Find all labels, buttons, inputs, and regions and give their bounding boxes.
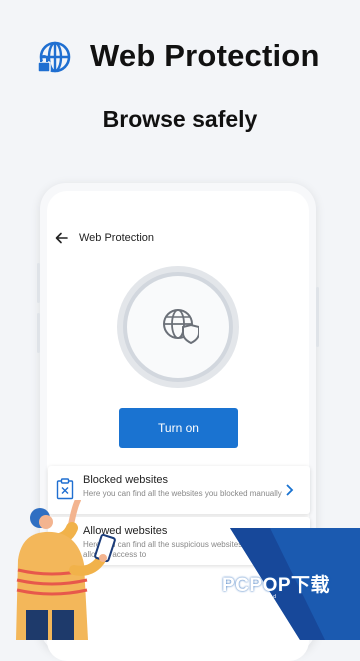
phone-side-button — [37, 263, 40, 303]
pcpop-logo-icon — [194, 570, 222, 602]
promo-header: Web Protection Browse safely — [0, 0, 360, 150]
globe-lock-icon — [37, 41, 71, 73]
person-with-phone-illustration — [16, 500, 116, 640]
app-bar: Web Protection — [55, 228, 295, 250]
watermark: PCPOP下载 PCPOP Download — [194, 568, 354, 608]
turn-on-button[interactable]: Turn on — [119, 408, 238, 448]
phone-side-button — [316, 287, 319, 347]
promo-subtitle: Browse safely — [102, 106, 258, 132]
chevron-right-icon[interactable] — [284, 483, 294, 497]
watermark-text: PCPOP下载 — [222, 575, 331, 596]
back-arrow-icon[interactable] — [55, 231, 69, 245]
phone-side-button — [37, 313, 40, 353]
blocked-websites-description: Here you can find all the websites you b… — [83, 489, 282, 498]
watermark-subtext: PCPOP Download — [222, 594, 278, 600]
blocked-websites-title: Blocked websites — [83, 474, 168, 486]
blocked-page-icon — [56, 478, 74, 500]
promo-title: Web Protection — [90, 38, 320, 73]
app-title: Web Protection — [79, 232, 155, 244]
globe-shield-icon — [163, 309, 199, 345]
